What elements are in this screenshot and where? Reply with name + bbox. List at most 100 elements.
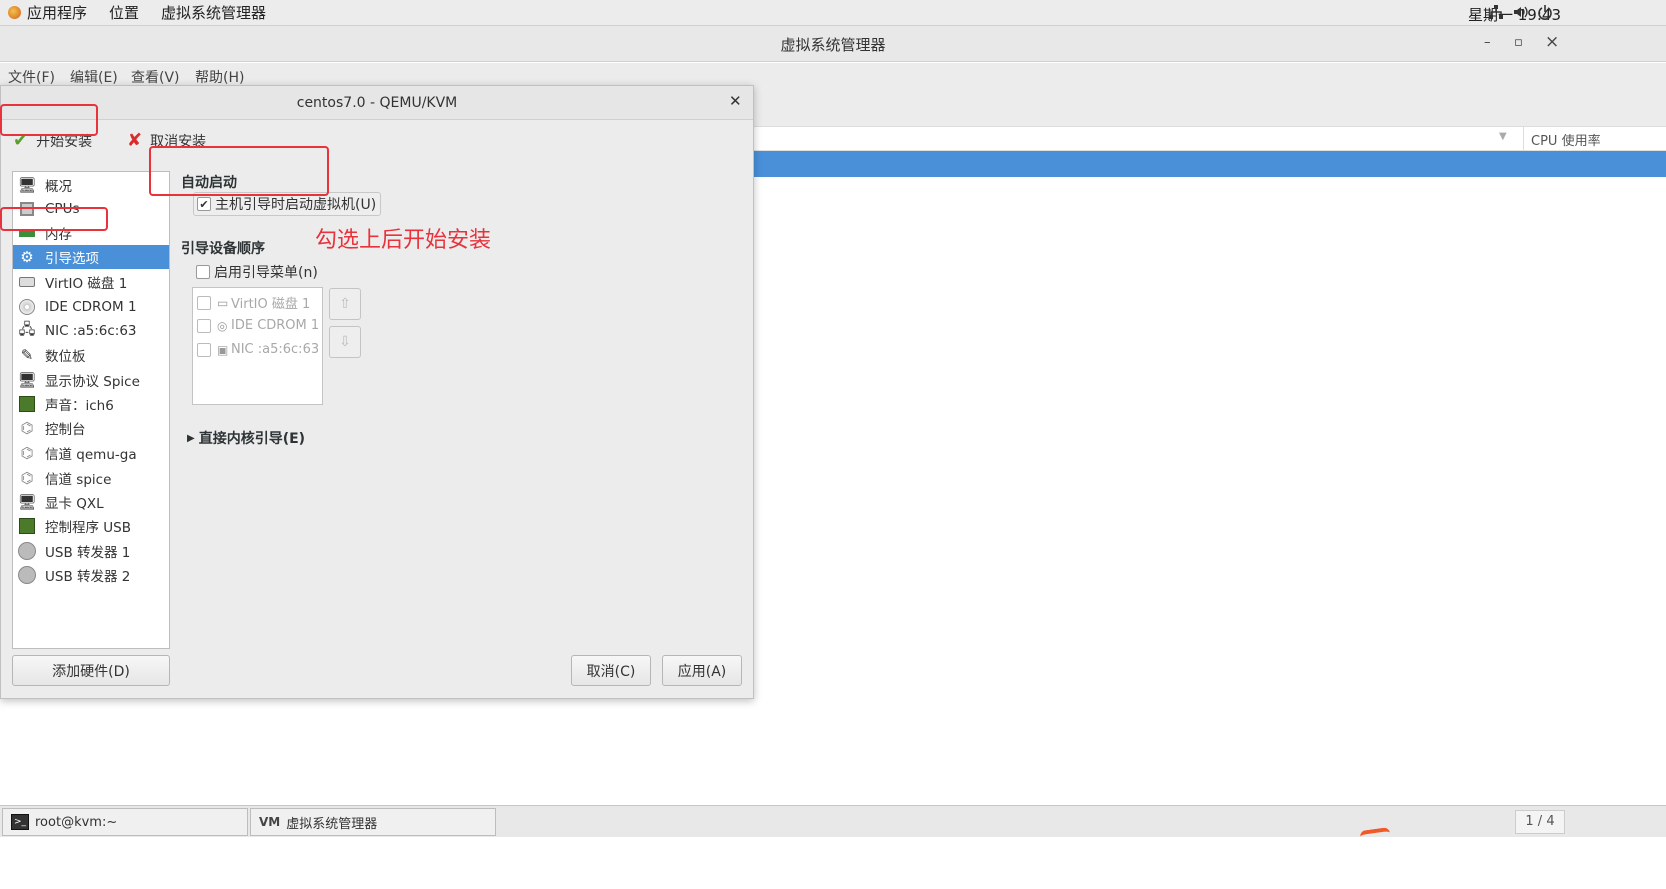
sidebar-item-label: 控制程序 USB	[45, 520, 132, 536]
disk-icon: ▭	[217, 295, 229, 310]
hardware-list: 🖥 概况 CPUs 内存 ⚙ 引导选项 VirtIO 磁盘 1 IDE CDRO…	[12, 171, 170, 649]
applications-label: 应用程序	[27, 4, 88, 22]
autostart-checkbox-label: 主机引导时启动虚拟机(U)	[215, 197, 377, 213]
sidebar-item-label: 引导选项	[45, 251, 99, 267]
usb-icon	[16, 541, 38, 561]
cancel-button[interactable]: 取消(C)	[571, 655, 651, 686]
triangle-right-icon: ▶	[187, 432, 195, 444]
sidebar-item-label: 数位板	[45, 349, 86, 365]
dialog-titlebar: centos7.0 - QEMU/KVM ✕	[1, 86, 753, 120]
controller-icon	[16, 516, 38, 536]
move-down-button[interactable]: ⇩	[329, 326, 361, 358]
boot-device-row[interactable]: ◎ IDE CDROM 1	[197, 318, 319, 333]
boot-device-label: NIC :a5:6c:63	[231, 342, 320, 357]
gear-icon: ⚙	[20, 248, 34, 266]
cpu-usage-column[interactable]: CPU 使用率	[1531, 130, 1601, 149]
sidebar-item-ide-cdrom[interactable]: IDE CDROM 1	[13, 295, 169, 319]
video-card-icon: 🖥	[17, 493, 37, 511]
column-separator	[1523, 127, 1524, 151]
bottom-strip	[0, 837, 1666, 889]
sidebar-item-nic[interactable]: 🖧 NIC :a5:6c:63	[13, 319, 169, 343]
menu-file[interactable]: 文件(F)	[8, 67, 55, 87]
disk-icon	[16, 272, 38, 292]
menu-view[interactable]: 查看(V)	[131, 67, 180, 87]
sidebar-item-label: USB 转发器 2	[45, 569, 131, 585]
vm-list-selected-row[interactable]	[753, 151, 1666, 177]
taskbar-virt-manager-label: 虚拟系统管理器	[286, 816, 378, 832]
arrow-up-icon: ⇧	[339, 296, 351, 312]
sidebar-item-label: 控制台	[45, 422, 86, 438]
active-app-menu[interactable]: 虚拟系统管理器	[161, 2, 266, 23]
places-menu[interactable]: 位置	[109, 2, 139, 23]
cdrom-icon	[16, 297, 38, 317]
checkbox-empty-icon	[197, 342, 211, 357]
checkbox-empty-icon	[197, 318, 211, 333]
move-up-button[interactable]: ⇧	[329, 288, 361, 320]
checkbox-empty-icon	[196, 265, 210, 279]
sidebar-item-label: NIC :a5:6c:63	[45, 323, 137, 339]
taskbar-terminal-label: root@kvm:~	[35, 814, 118, 830]
annotation-box-autostart	[149, 146, 329, 196]
sidebar-item-usb-redirector-2[interactable]: USB 转发器 2	[13, 563, 169, 587]
minimize-icon[interactable]: –	[1484, 35, 1491, 50]
taskbar: >_ root@kvm:~ VM 虚拟系统管理器 1 / 4	[0, 805, 1666, 837]
sidebar-item-virtio-disk[interactable]: VirtIO 磁盘 1	[13, 270, 169, 294]
sidebar-item-console[interactable]: ⌬ 控制台	[13, 416, 169, 440]
add-hardware-button[interactable]: 添加硬件(D)	[12, 655, 170, 686]
top-bar: 应用程序 位置 虚拟系统管理器	[0, 0, 1666, 26]
apply-button[interactable]: 应用(A)	[662, 655, 742, 686]
workspace-indicator[interactable]: 1 / 4	[1515, 810, 1565, 834]
sidebar-item-label: VirtIO 磁盘 1	[45, 276, 128, 292]
sidebar-item-label: IDE CDROM 1	[45, 299, 137, 315]
maximize-icon[interactable]: ▫	[1514, 35, 1523, 50]
window-titlebar: 虚拟系统管理器 – ▫ ×	[0, 26, 1666, 62]
sidebar-item-boot-options[interactable]: ⚙ 引导选项	[13, 245, 169, 269]
window-title: 虚拟系统管理器	[780, 36, 886, 54]
sidebar-item-usb-redirector-1[interactable]: USB 转发器 1	[13, 539, 169, 563]
terminal-icon: >_	[11, 814, 29, 830]
sidebar-item-display-spice[interactable]: 🖥 显示协议 Spice	[13, 368, 169, 392]
dialog-title: centos7.0 - QEMU/KVM	[296, 95, 458, 111]
serial-icon: ⌬	[20, 419, 34, 437]
sidebar-item-label: 声音：ich6	[45, 398, 114, 414]
boot-menu-checkbox[interactable]: 启用引导菜单(n)	[196, 262, 318, 282]
boot-menu-checkbox-label: 启用引导菜单(n)	[214, 265, 318, 281]
applications-menu[interactable]: 应用程序	[8, 2, 87, 23]
sidebar-item-sound[interactable]: 声音：ich6	[13, 392, 169, 416]
menu-help[interactable]: 帮助(H)	[195, 67, 244, 87]
virt-manager-icon: VM	[259, 815, 281, 829]
vm-list-header: ▼ CPU 使用率	[753, 127, 1666, 151]
sidebar-item-controller-usb[interactable]: 控制程序 USB	[13, 514, 169, 538]
power-icon[interactable]	[1536, 4, 1554, 22]
volume-icon[interactable]	[1511, 4, 1529, 22]
menu-edit[interactable]: 编辑(E)	[70, 67, 118, 87]
checkbox-empty-icon	[197, 295, 211, 310]
boot-device-label: VirtIO 磁盘 1	[231, 297, 311, 312]
network-card-icon: ▣	[217, 342, 229, 357]
sort-arrow-icon[interactable]: ▼	[1499, 131, 1507, 142]
dialog-close-icon[interactable]: ✕	[729, 92, 742, 110]
taskbar-terminal[interactable]: >_ root@kvm:~	[2, 808, 248, 836]
sidebar-item-label: 信道 qemu-ga	[45, 447, 137, 463]
sidebar-item-label: 信道 spice	[45, 472, 112, 488]
boot-device-label: IDE CDROM 1	[231, 318, 320, 333]
sound-card-icon	[16, 394, 38, 414]
sidebar-item-label: USB 转发器 1	[45, 545, 131, 561]
sidebar-item-channel-qemu-ga[interactable]: ⌬ 信道 qemu-ga	[13, 441, 169, 465]
boot-device-list: ▭ VirtIO 磁盘 1 ◎ IDE CDROM 1 ▣ NIC :a5:6c…	[192, 287, 323, 405]
boot-device-row[interactable]: ▭ VirtIO 磁盘 1	[197, 293, 310, 312]
network-icon[interactable]	[1487, 4, 1505, 22]
vm-install-dialog: centos7.0 - QEMU/KVM ✕ ✔ 开始安装 ✘ 取消安装 🖥 概…	[0, 85, 754, 699]
direct-kernel-boot-expander[interactable]: ▶ 直接内核引导(E)	[187, 428, 305, 448]
boot-device-row[interactable]: ▣ NIC :a5:6c:63	[197, 342, 319, 357]
channel-icon: ⌬	[20, 444, 34, 462]
usb-icon	[16, 565, 38, 585]
monitor-icon: 🖥	[17, 176, 37, 194]
sidebar-item-channel-spice[interactable]: ⌬ 信道 spice	[13, 466, 169, 490]
sidebar-item-tablet[interactable]: ✎ 数位板	[13, 343, 169, 367]
checkbox-checked-icon: ✔	[197, 197, 211, 211]
close-icon[interactable]: ×	[1545, 32, 1559, 52]
sidebar-item-video-qxl[interactable]: 🖥 显卡 QXL	[13, 490, 169, 514]
taskbar-virt-manager[interactable]: VM 虚拟系统管理器	[250, 808, 496, 836]
sidebar-item-overview[interactable]: 🖥 概况	[13, 173, 169, 197]
